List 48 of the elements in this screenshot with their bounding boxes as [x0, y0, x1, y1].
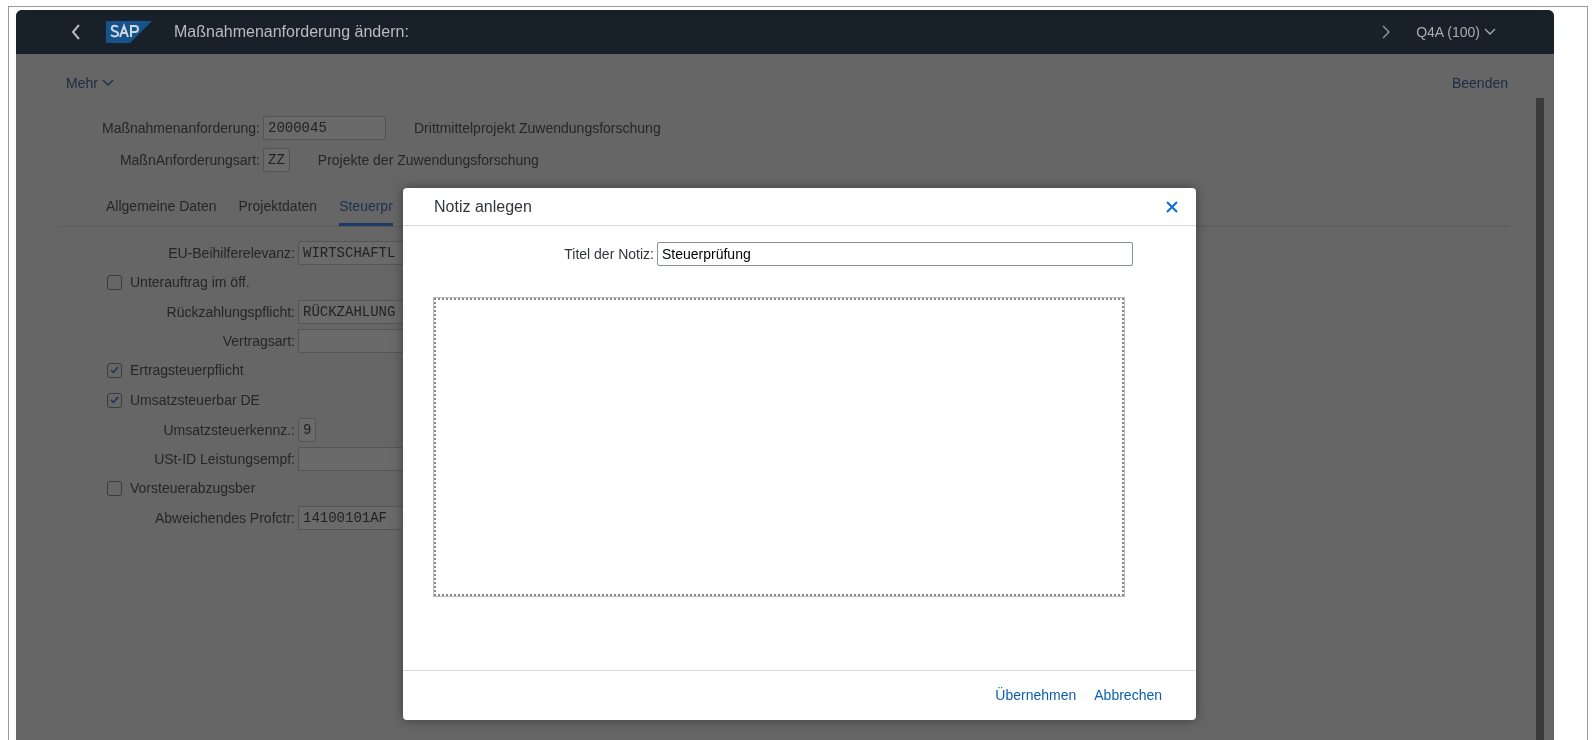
field-label: EU-Beihilferelevanz:	[167, 243, 296, 263]
checkbox[interactable]	[107, 274, 122, 290]
scrollbar[interactable]	[1536, 98, 1544, 740]
field-label: Umsatzsteuerkennz.:	[162, 420, 296, 440]
checkbox[interactable]	[107, 392, 122, 408]
close-icon	[1166, 200, 1178, 213]
chevron-right-icon[interactable]	[1382, 25, 1391, 39]
checkbox-label: Ertragsteuerpflicht	[130, 360, 244, 380]
app-title: Maßnahmenanforderung ändern:	[174, 22, 409, 42]
input-field[interactable]: 9	[298, 418, 317, 442]
field-label: Vertragsart:	[221, 331, 296, 351]
tab[interactable]: Projektdaten	[238, 196, 318, 226]
more-menu[interactable]: Mehr	[66, 72, 114, 94]
field-label: Maßnahmenanforderung:	[101, 118, 261, 138]
input-field[interactable]: ZZ	[263, 148, 290, 172]
logo-icon	[106, 21, 152, 43]
description-text: Drittmittelprojekt Zuwendungsforschung	[414, 118, 661, 138]
dialog-button[interactable]: Abbrechen	[1094, 685, 1162, 706]
input-field[interactable]: 2000045	[263, 116, 386, 140]
dialog-title: Notiz anlegen	[434, 196, 532, 217]
tab[interactable]: Steuerpr	[339, 196, 393, 226]
back-icon	[71, 24, 81, 40]
note-title-field[interactable]: Steuerprüfung	[657, 242, 1133, 266]
input-field[interactable]	[298, 447, 402, 471]
field-label: MaßnAnforderungsart:	[118, 150, 261, 170]
input-field[interactable]: WIRTSCHAFTL	[298, 241, 402, 265]
field-label: Rückzahlungspflicht:	[165, 302, 296, 322]
checkmark-icon	[110, 366, 119, 374]
checkbox[interactable]	[107, 480, 122, 496]
caret-icon	[101, 79, 114, 87]
system-menu[interactable]: Q4A (100)	[1416, 21, 1496, 43]
field-label: Abweichendes Profctr:	[153, 508, 296, 528]
tab[interactable]: Allgemeine Daten	[106, 196, 217, 226]
exit-link[interactable]: Beenden	[1451, 72, 1508, 94]
checkbox[interactable]	[107, 362, 122, 378]
description-text: Projekte der Zuwendungsforschung	[317, 150, 539, 170]
input-field[interactable]: RÜCKZAHLUNG	[298, 300, 402, 324]
checkmark-icon	[110, 396, 119, 404]
field-label: Titel der Notiz:	[563, 244, 655, 264]
field-label: USt-ID Leistungsempf:	[153, 449, 296, 469]
checkbox-label: Umsatzsteuerbar DE	[130, 390, 260, 410]
input-field[interactable]: 14100101AF	[298, 506, 402, 530]
caret-icon	[1484, 28, 1496, 36]
checkbox-label: Unterauftrag im öff.	[130, 272, 250, 292]
close-button[interactable]	[1164, 198, 1180, 215]
dialog-button[interactable]: Übernehmen	[995, 685, 1077, 706]
checkbox-label: Vorsteuerabzugsber	[130, 478, 256, 498]
input-field[interactable]	[298, 329, 402, 353]
